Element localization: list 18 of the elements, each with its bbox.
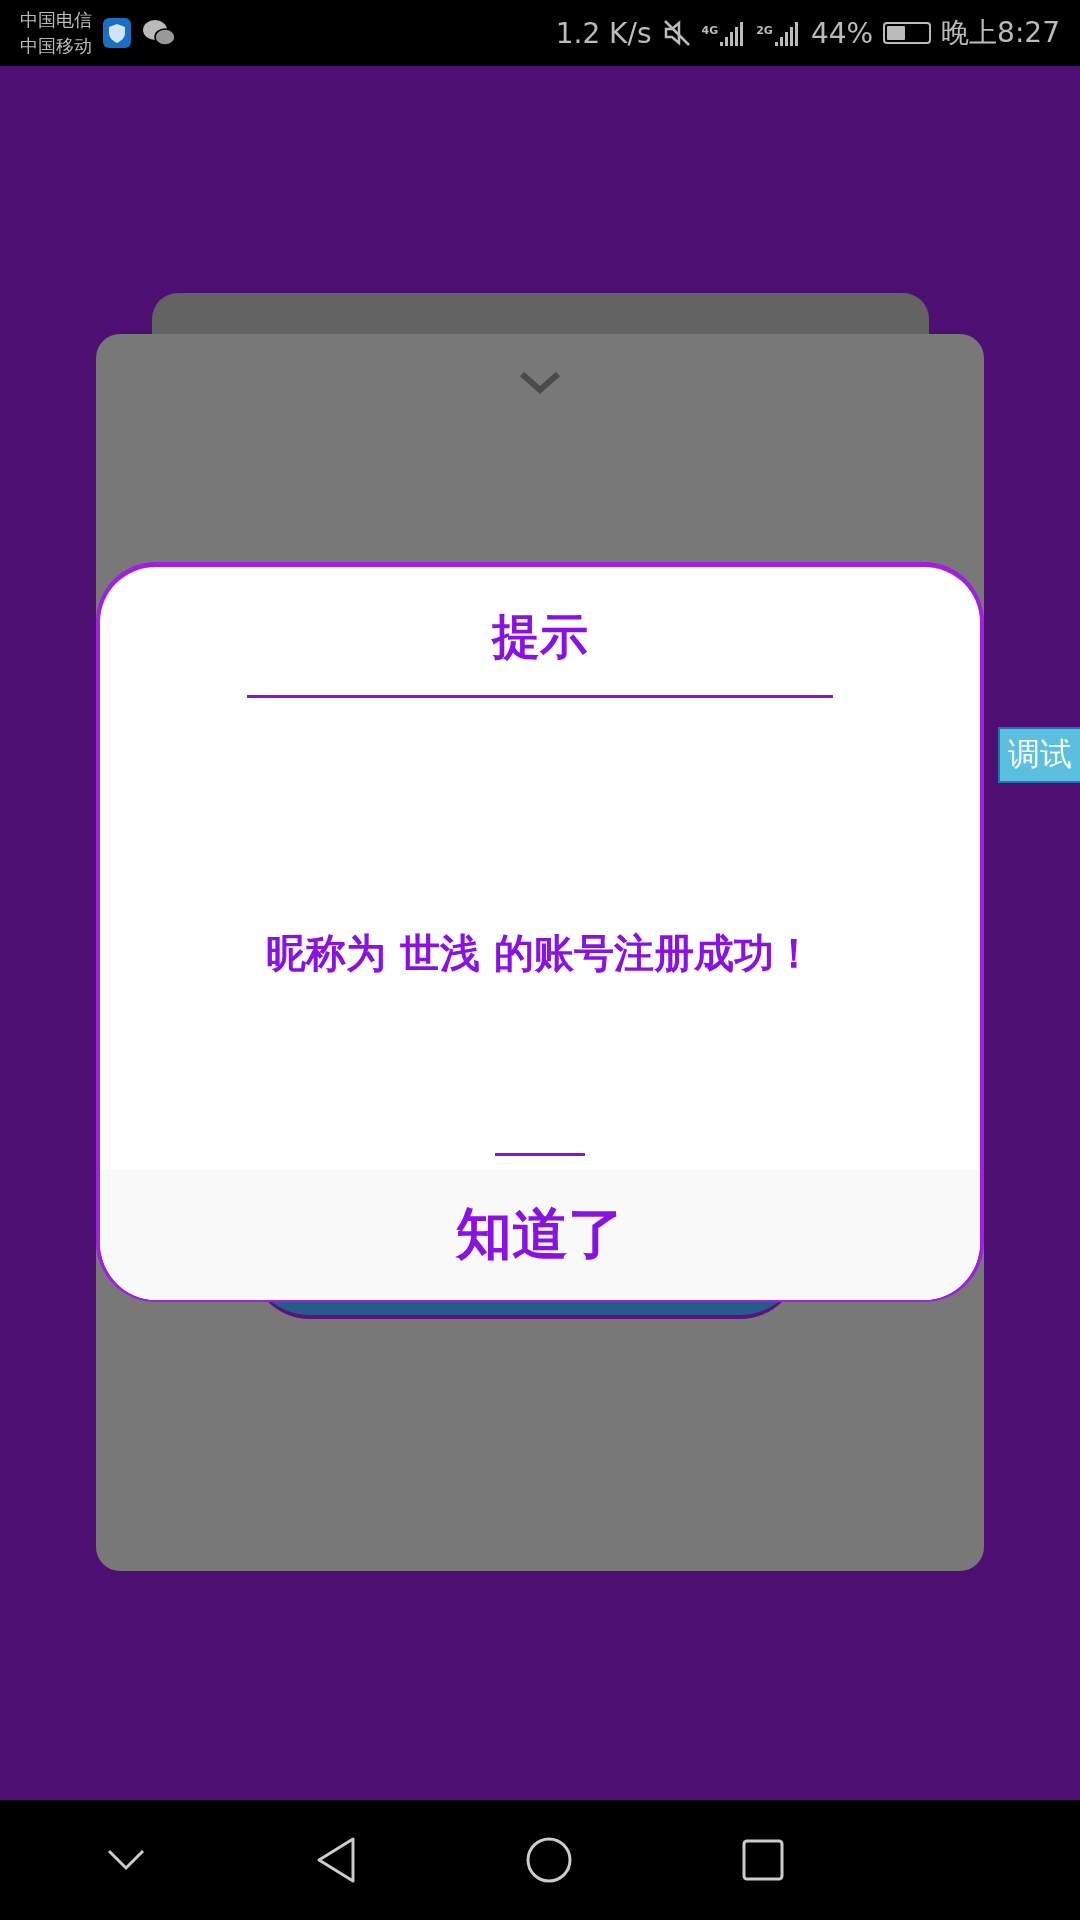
dialog-message: 昵称为 世浅 的账号注册成功！: [265, 929, 815, 978]
recents-icon[interactable]: [741, 1839, 784, 1881]
network-type: 4G: [701, 24, 719, 37]
signal-icon: [774, 20, 801, 46]
clock: 晚上8:27: [941, 15, 1060, 51]
confirm-button[interactable]: 知道了: [100, 1170, 980, 1300]
shield-icon: [102, 17, 132, 49]
mute-icon: [661, 18, 692, 48]
carrier-name: 中国移动: [20, 34, 92, 58]
home-icon[interactable]: [525, 1836, 574, 1884]
network-type: 2G: [756, 24, 773, 37]
battery-icon: [883, 22, 932, 44]
dialog-title: 提示: [490, 607, 589, 666]
chevron-down-icon[interactable]: [106, 1848, 146, 1872]
carrier-name: 中国电信: [20, 8, 92, 32]
battery-percent: 44%: [810, 16, 874, 50]
chat-icon: [142, 19, 176, 47]
network-speed: 1.2 K/s: [555, 16, 652, 50]
